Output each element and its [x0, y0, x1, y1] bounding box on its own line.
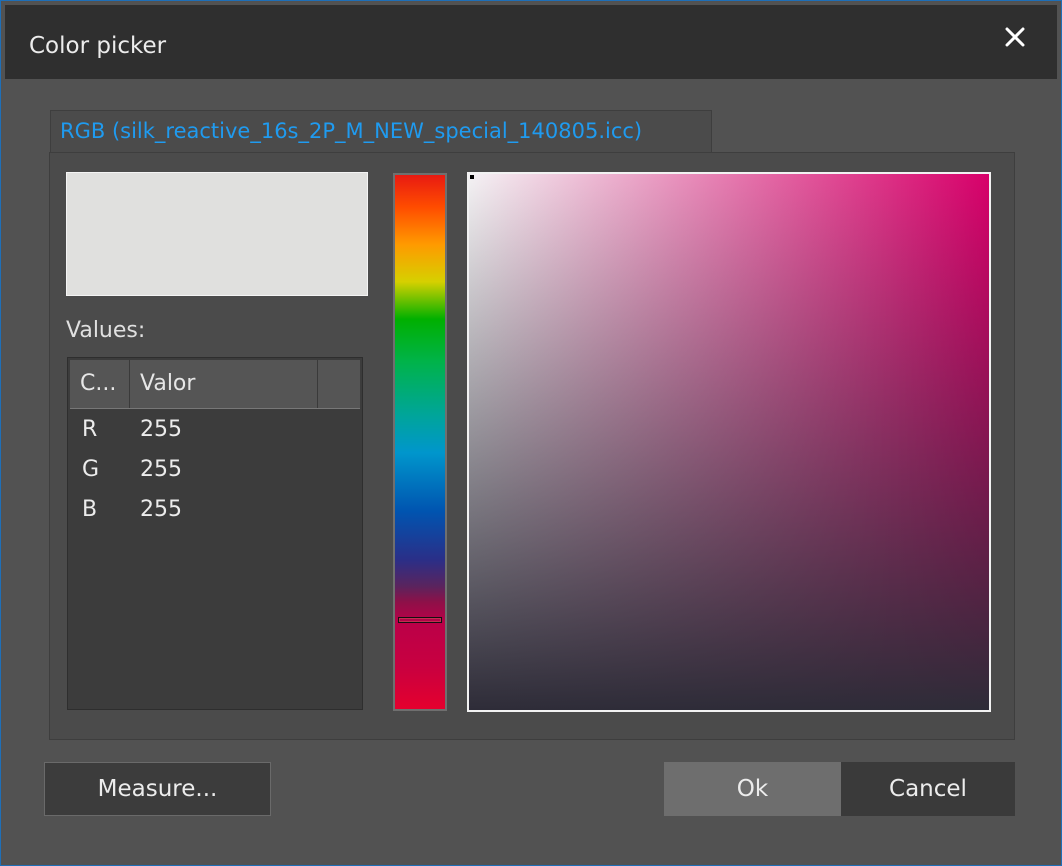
close-icon [1005, 27, 1025, 47]
hue-slider-handle[interactable] [398, 617, 442, 623]
window-title: Color picker [29, 33, 167, 59]
column-header-channel[interactable]: C... [70, 360, 130, 408]
value-cell: 255 [140, 417, 182, 442]
close-button[interactable] [995, 19, 1035, 55]
table-row[interactable]: R 255 [82, 410, 182, 450]
column-header-extra[interactable] [318, 360, 360, 408]
value-cell: 255 [140, 497, 182, 522]
values-table: C... Valor R 255 G 255 B 255 [67, 357, 363, 710]
table-row[interactable]: B 255 [82, 490, 182, 530]
values-label: Values: [66, 318, 146, 343]
table-header: C... Valor [70, 360, 360, 409]
measure-button[interactable]: Measure... [44, 762, 271, 816]
column-header-value[interactable]: Valor [130, 360, 318, 408]
channel-cell: R [82, 417, 98, 442]
tab-rgb-profile[interactable]: RGB (silk_reactive_16s_2P_M_NEW_special_… [50, 110, 712, 152]
table-row[interactable]: G 255 [82, 450, 182, 490]
saturation-value-field[interactable] [467, 172, 991, 712]
color-field-cursor[interactable] [470, 175, 474, 179]
cancel-button[interactable]: Cancel [841, 762, 1015, 816]
tab-label: RGB (silk_reactive_16s_2P_M_NEW_special_… [60, 119, 643, 143]
channel-cell: G [82, 457, 100, 482]
color-preview-swatch [66, 172, 368, 296]
title-bar: Color picker [5, 5, 1057, 79]
value-cell: 255 [140, 457, 182, 482]
ok-button[interactable]: Ok [664, 762, 841, 816]
hue-slider[interactable] [393, 173, 447, 711]
channel-cell: B [82, 497, 98, 522]
